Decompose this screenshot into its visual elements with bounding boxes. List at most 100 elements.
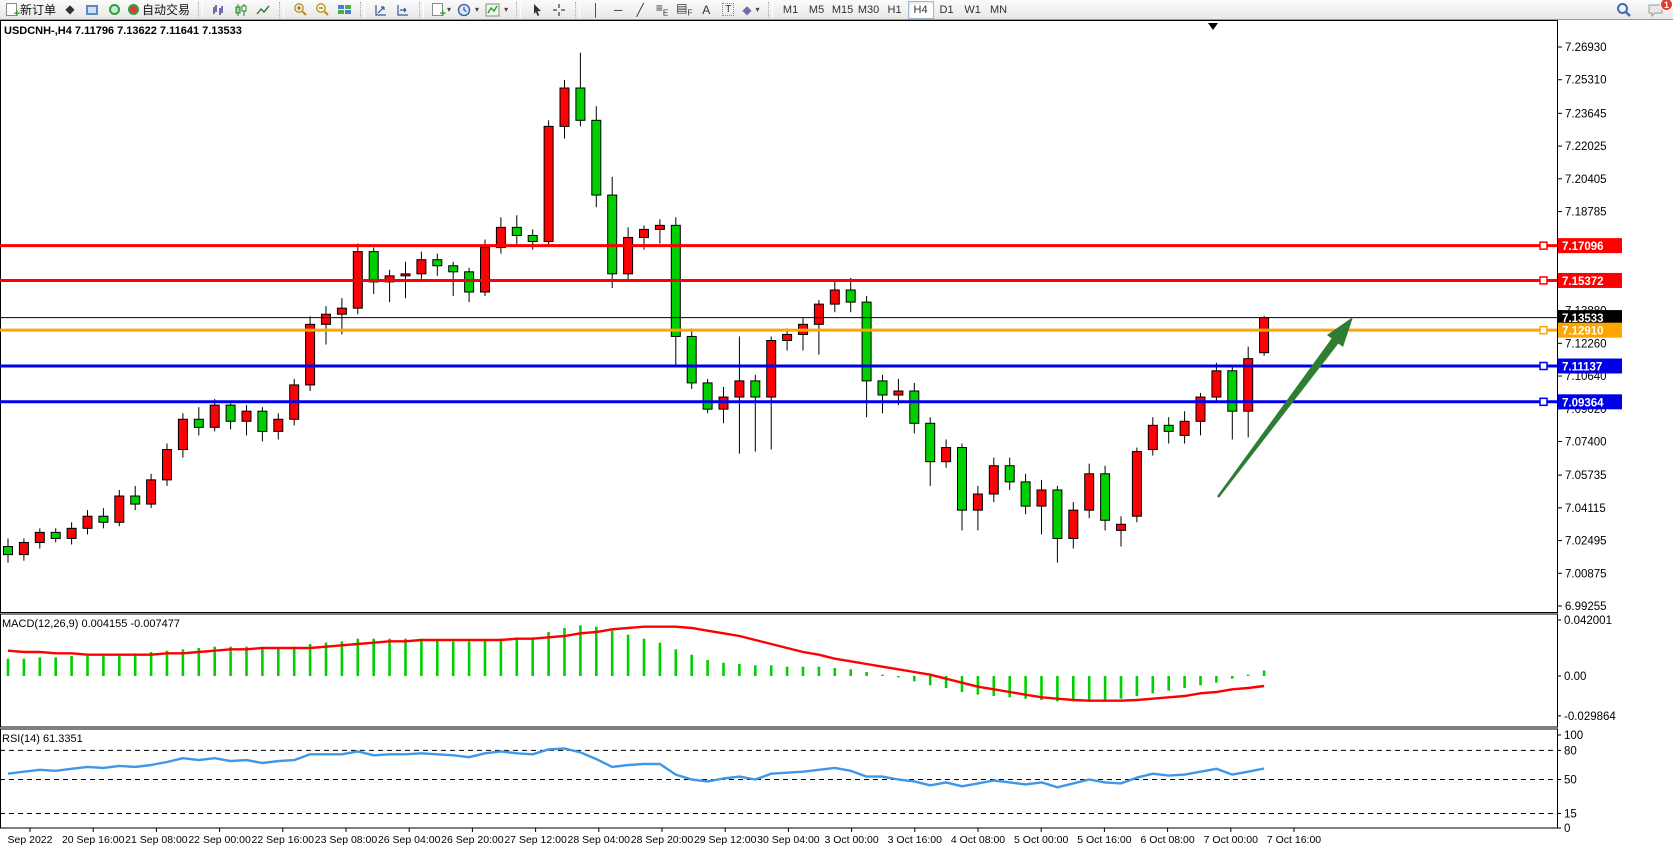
timeframe-button-H1[interactable]: H1 — [882, 1, 908, 19]
candle-body — [528, 235, 537, 241]
trendline-button[interactable]: ╱ — [629, 1, 651, 19]
timeframe-button-M30[interactable]: M30 — [856, 1, 882, 19]
timeframe-button-H4[interactable]: H4 — [908, 1, 934, 19]
candle-body — [592, 120, 601, 195]
new-chart-button[interactable]: ▾ — [429, 1, 454, 19]
candle-body — [942, 448, 951, 462]
crosshair-icon — [552, 3, 566, 17]
text-label-button[interactable]: T — [717, 1, 739, 19]
time-tick-label: 26 Sep 20:00 — [441, 834, 504, 846]
candle-body — [624, 237, 633, 273]
candle-body — [210, 405, 219, 427]
time-tick-label: 28 Sep 20:00 — [631, 834, 694, 846]
candle-body — [703, 383, 712, 409]
candle-body — [958, 448, 967, 511]
vertical-line-button[interactable]: │ — [585, 1, 607, 19]
horizontal-line-button[interactable]: ─ — [607, 1, 629, 19]
shapes-button[interactable]: ◆▾ — [739, 1, 762, 19]
candle-body — [401, 274, 410, 276]
chevron-down-icon: ▾ — [756, 5, 760, 14]
candle-body — [306, 324, 315, 385]
candle-body — [783, 334, 792, 340]
crosshair-button[interactable] — [548, 1, 570, 19]
candle-body — [1037, 490, 1046, 506]
timeframe-button-D1[interactable]: D1 — [934, 1, 960, 19]
new-order-button[interactable]: 新订单 — [3, 1, 59, 19]
hline-handle[interactable] — [1540, 362, 1547, 369]
time-tick-label: 4 Oct 08:00 — [951, 834, 1005, 846]
candle-body — [178, 419, 187, 449]
zoom-in-button[interactable] — [289, 1, 311, 19]
time-tick-label: 20 Sep 16:00 — [62, 834, 125, 846]
candle-body — [99, 516, 108, 522]
search-button[interactable] — [1613, 1, 1635, 19]
signals-button[interactable] — [103, 1, 125, 19]
price-tag-label: 7.11137 — [1562, 361, 1602, 373]
timeframe-button-M5[interactable]: M5 — [804, 1, 830, 19]
candle-chart-icon — [234, 3, 248, 17]
text-icon: A — [702, 3, 710, 17]
candle-body — [973, 494, 982, 510]
step-forward-button[interactable] — [392, 1, 414, 19]
hline-handle[interactable] — [1540, 398, 1547, 405]
bar-chart-icon — [212, 3, 226, 17]
main-pane — [1, 21, 1558, 613]
candle-chart-button[interactable] — [230, 1, 252, 19]
candle-body — [131, 496, 140, 504]
cursor-button[interactable] — [526, 1, 548, 19]
toolbar-separator — [768, 2, 773, 18]
notifications-button[interactable]: 1 — [1645, 1, 1667, 19]
candle-body — [481, 248, 490, 292]
search-icon — [1616, 2, 1632, 18]
mt4-window: 新订单 ◆ 自动交易 — [0, 0, 1673, 846]
trendline-icon: ╱ — [636, 3, 643, 17]
time-tick-label: 3 Oct 16:00 — [888, 834, 942, 846]
auto-arrange-button[interactable] — [370, 1, 392, 19]
chart-area[interactable]: USDCNH-,H4 7.11796 7.13622 7.11641 7.135… — [0, 20, 1673, 846]
horizontal-line-icon: ─ — [614, 3, 623, 17]
clock-icon — [457, 3, 471, 17]
line-chart-button[interactable] — [252, 1, 274, 19]
hline-handle[interactable] — [1540, 277, 1547, 284]
candle-body — [926, 423, 935, 461]
auto-trading-button[interactable]: 自动交易 — [125, 1, 193, 19]
timeframe-button-M1[interactable]: M1 — [778, 1, 804, 19]
market-watch-button[interactable] — [81, 1, 103, 19]
candle-body — [655, 225, 664, 229]
candle-body — [1260, 318, 1269, 353]
time-tick-label: 26 Sep 04:00 — [378, 834, 441, 846]
text-button[interactable]: A — [695, 1, 717, 19]
price-tick-label: 7.23645 — [1565, 108, 1607, 120]
hline-handle[interactable] — [1540, 327, 1547, 334]
tile-windows-button[interactable] — [333, 1, 355, 19]
time-tick-label: 22 Sep 16:00 — [252, 834, 315, 846]
elliott-wave-button[interactable]: ≡E — [651, 1, 673, 19]
price-axis[interactable]: 7.269307.253107.236457.220257.204057.187… — [1557, 42, 1622, 613]
indicators-button[interactable]: ▾ — [482, 1, 511, 19]
arrange-icon — [374, 3, 388, 17]
chart-canvas[interactable]: 7.269307.253107.236457.220257.204057.187… — [0, 20, 1673, 846]
candle-body — [1005, 466, 1014, 482]
toolbar-separator — [575, 2, 580, 18]
notification-badge: 1 — [1660, 0, 1673, 11]
styler-button[interactable]: ◆ — [59, 1, 81, 19]
timeframe-button-MN[interactable]: MN — [986, 1, 1012, 19]
candle-body — [1212, 371, 1221, 397]
bar-chart-button[interactable] — [208, 1, 230, 19]
candle-body — [640, 229, 649, 237]
timeframe-button-M15[interactable]: M15 — [830, 1, 856, 19]
candle-body — [894, 391, 903, 395]
time-axis[interactable]: Sep 202220 Sep 16:0021 Sep 08:0022 Sep 0… — [8, 828, 1322, 846]
candle-body — [1085, 474, 1094, 510]
symbol-title: USDCNH-,H4 7.11796 7.13622 7.11641 7.135… — [4, 25, 242, 37]
fibonacci-button[interactable]: ▤F — [673, 1, 695, 19]
toolbar-separator — [516, 2, 521, 18]
hline-handle[interactable] — [1540, 242, 1547, 249]
candle-body — [1117, 524, 1126, 530]
timeframe-button-W1[interactable]: W1 — [960, 1, 986, 19]
zoom-out-button[interactable] — [311, 1, 333, 19]
period-button[interactable]: ▾ — [454, 1, 482, 19]
chevron-down-icon: ▾ — [475, 5, 479, 14]
cursor-icon — [531, 3, 544, 17]
time-tick-label: 29 Sep 12:00 — [694, 834, 757, 846]
